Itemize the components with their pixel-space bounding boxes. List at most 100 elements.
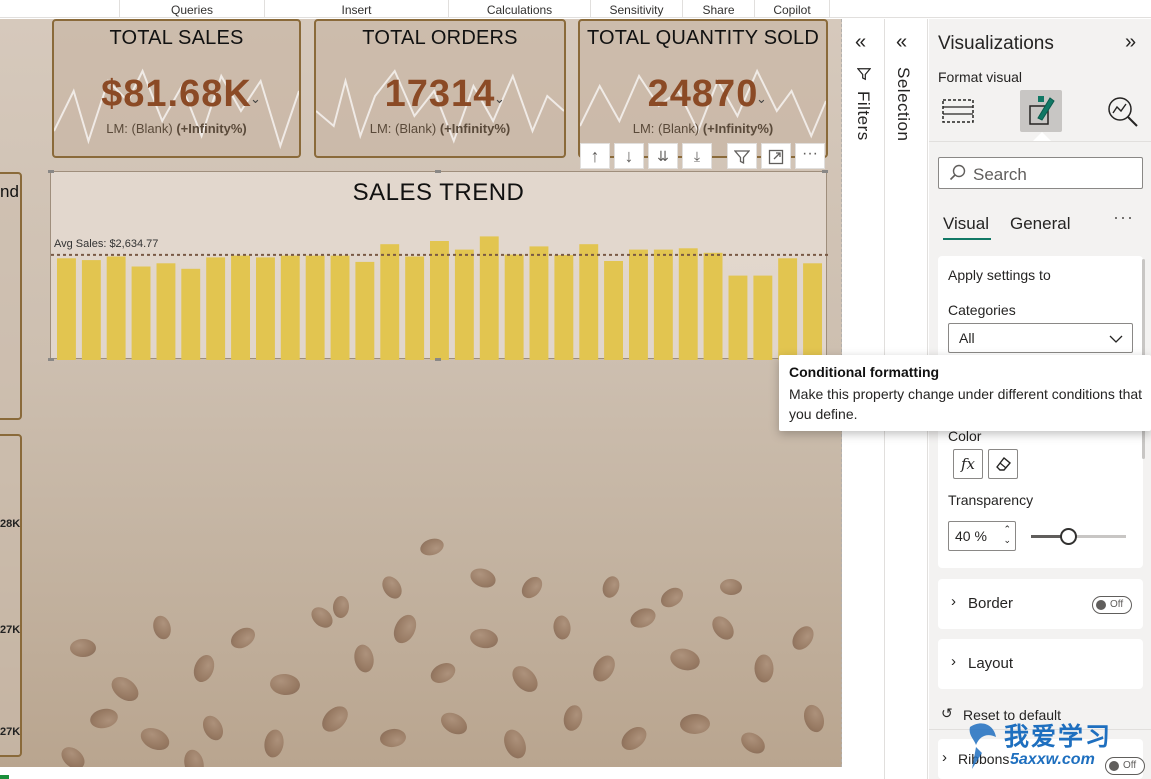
- sales-bar[interactable]: [355, 261, 375, 360]
- coffee-bean: [427, 659, 459, 687]
- sales-trend-chart: Avg Sales: $2,634.77: [51, 236, 828, 361]
- categories-selected-value: All: [959, 330, 975, 346]
- ribbon-group-share[interactable]: Share: [682, 0, 754, 18]
- sales-bar[interactable]: [454, 249, 474, 360]
- ribbon-group-copilot[interactable]: Copilot: [754, 0, 830, 18]
- spin-buttons[interactable]: ⌃ ⌄: [1003, 524, 1011, 546]
- axis-tick: 27K: [0, 624, 21, 636]
- more-options-icon[interactable]: ···: [1113, 207, 1134, 228]
- search-placeholder: Search: [973, 165, 1027, 184]
- coffee-bean: [389, 611, 421, 647]
- kpi-card-total-orders[interactable]: TOTAL ORDERS 17314 ⌄ LM: (Blank) (+Infin…: [314, 19, 566, 158]
- expand-hierarchy-icon[interactable]: ⤓: [682, 143, 712, 169]
- coffee-bean: [599, 573, 623, 601]
- sales-bar[interactable]: [803, 263, 822, 360]
- resize-handle[interactable]: [822, 170, 828, 173]
- sales-bar[interactable]: [604, 261, 623, 360]
- eraser-icon[interactable]: [988, 449, 1018, 479]
- resize-handle[interactable]: [48, 358, 54, 361]
- resize-handle[interactable]: [435, 358, 441, 361]
- reset-icon[interactable]: ↺: [941, 705, 953, 722]
- tab-general[interactable]: General: [1010, 214, 1070, 234]
- filters-label[interactable]: Filters: [853, 91, 873, 141]
- left-panel-top[interactable]: nd: [0, 172, 22, 420]
- sales-bar[interactable]: [330, 255, 350, 360]
- more-options-icon[interactable]: ···: [795, 143, 825, 169]
- tab-visual[interactable]: Visual: [943, 214, 989, 234]
- sales-bar[interactable]: [728, 275, 748, 360]
- search-input[interactable]: Search: [938, 157, 1143, 189]
- kpi-title: TOTAL QUANTITY SOLD: [587, 27, 819, 49]
- transparency-value: 40 %: [955, 528, 987, 544]
- watermark-logo-icon: [969, 723, 996, 769]
- transparency-slider-thumb[interactable]: [1060, 528, 1077, 545]
- collapse-chevron-icon[interactable]: «: [855, 31, 866, 54]
- tab-active-indicator: [943, 238, 991, 240]
- format-visual-icon[interactable]: [1020, 90, 1062, 132]
- sales-bar[interactable]: [405, 256, 425, 361]
- sales-bar[interactable]: [81, 260, 101, 360]
- expand-chevron-icon[interactable]: »: [1125, 31, 1136, 54]
- chevron-right-icon: ›: [951, 653, 956, 670]
- filter-icon[interactable]: [727, 143, 757, 169]
- focus-mode-icon[interactable]: [761, 143, 791, 169]
- sales-bar[interactable]: [629, 249, 648, 360]
- chevron-down-icon: ⌄: [756, 91, 767, 106]
- sales-bar[interactable]: [206, 257, 226, 360]
- kpi-card-total-sales[interactable]: TOTAL SALES $81.68K ⌄ LM: (Blank) (+Infi…: [52, 19, 301, 158]
- kpi-card-total-quantity-sold[interactable]: TOTAL QUANTITY SOLD 24870 ⌄ LM: (Blank) …: [578, 19, 828, 158]
- apply-settings-heading: Apply settings to: [948, 267, 1051, 283]
- sales-bar[interactable]: [256, 257, 275, 360]
- sales-bar[interactable]: [380, 244, 400, 360]
- categories-dropdown[interactable]: All: [948, 323, 1133, 353]
- drill-all-icon[interactable]: ⇊: [648, 143, 678, 169]
- transparency-input[interactable]: 40 % ⌃ ⌄: [948, 521, 1016, 551]
- sales-bar[interactable]: [653, 249, 673, 360]
- coffee-bean: [379, 727, 407, 749]
- conditional-formatting-fx-button[interactable]: fx: [953, 449, 983, 479]
- sales-bar[interactable]: [678, 248, 698, 360]
- border-toggle[interactable]: Off: [1092, 596, 1132, 614]
- kpi-comparison: LM: (Blank) (+Infinity%): [580, 121, 826, 136]
- coffee-bean: [418, 535, 446, 559]
- selection-label[interactable]: Selection: [893, 67, 913, 141]
- sales-bar[interactable]: [181, 268, 201, 360]
- sales-bar[interactable]: [529, 246, 549, 360]
- ribbon-group-queries[interactable]: Queries: [119, 0, 264, 18]
- sales-bar[interactable]: [131, 266, 151, 361]
- sales-bar[interactable]: [106, 256, 126, 361]
- coffee-bean: [262, 728, 286, 759]
- arrow-down-icon[interactable]: ↓: [614, 143, 644, 169]
- sales-bar[interactable]: [579, 244, 599, 360]
- sales-bar[interactable]: [156, 263, 176, 360]
- coffee-bean: [468, 626, 500, 651]
- section-layout[interactable]: › Layout: [938, 639, 1143, 689]
- sales-bar[interactable]: [305, 255, 325, 360]
- build-visual-icon[interactable]: [937, 90, 979, 132]
- sales-bar[interactable]: [753, 275, 773, 360]
- left-panel-bottom[interactable]: 28K 27K 27K: [0, 434, 22, 757]
- ribbon-group-calculations[interactable]: Calculations: [448, 0, 590, 18]
- arrow-up-icon[interactable]: ↑: [580, 143, 610, 169]
- sales-bar[interactable]: [280, 255, 300, 360]
- kpi-value: $81.68K: [101, 73, 252, 115]
- ribbon-group-insert[interactable]: Insert: [264, 0, 448, 18]
- report-canvas[interactable]: TOTAL SALES $81.68K ⌄ LM: (Blank) (+Infi…: [0, 19, 842, 767]
- sales-bar[interactable]: [554, 255, 574, 360]
- ribbon-group-sensitivity[interactable]: Sensitivity: [590, 0, 682, 18]
- collapse-chevron-icon[interactable]: «: [896, 31, 907, 54]
- sales-bar[interactable]: [504, 254, 524, 360]
- sales-bar[interactable]: [57, 258, 76, 360]
- resize-handle[interactable]: [48, 170, 54, 173]
- analytics-icon[interactable]: [1102, 90, 1144, 132]
- sales-trend-visual[interactable]: SALES TREND Avg Sales: $2,634.77: [48, 170, 828, 361]
- sales-bar[interactable]: [231, 255, 250, 360]
- resize-handle[interactable]: [435, 170, 441, 173]
- conditional-formatting-tooltip: Conditional formatting Make this propert…: [779, 355, 1151, 431]
- sales-bar[interactable]: [430, 241, 449, 360]
- filter-icon: [856, 67, 872, 86]
- sales-bar[interactable]: [703, 252, 723, 360]
- section-border[interactable]: › Border Off: [938, 579, 1143, 629]
- sales-bar[interactable]: [778, 258, 798, 360]
- coffee-bean: [561, 703, 585, 733]
